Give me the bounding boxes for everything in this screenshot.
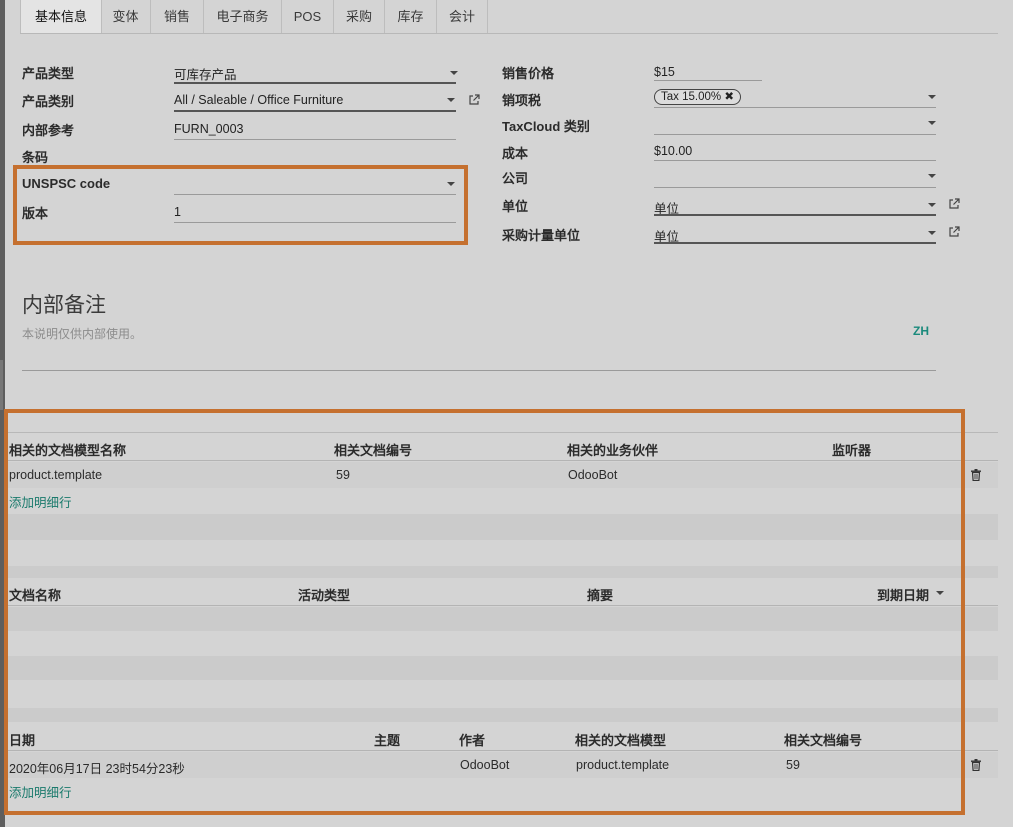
product-category-label: 产品类别 [22, 94, 75, 109]
caret-down-icon[interactable] [928, 174, 936, 178]
tab-divider [20, 33, 998, 34]
internal-ref-value[interactable]: FURN_0003 [174, 122, 243, 136]
company-label: 公司 [502, 171, 529, 186]
internal-ref-field[interactable] [174, 139, 456, 140]
sale-tax-label: 销项税 [502, 93, 542, 108]
sale-tax-field[interactable] [654, 107, 936, 108]
internal-note-title: 内部备注 [22, 294, 106, 317]
internal-ref-label: 内部参考 [22, 123, 75, 138]
internal-note-underline [22, 370, 936, 371]
caret-down-icon[interactable] [928, 231, 936, 235]
version-label: 版本 [22, 206, 49, 221]
external-link-icon[interactable] [948, 198, 960, 210]
sale-price-field[interactable] [654, 80, 762, 81]
language-button[interactable]: ZH [913, 324, 929, 338]
product-category-value[interactable]: All / Saleable / Office Furniture [174, 93, 343, 107]
unspsc-label: UNSPSC code [22, 176, 111, 191]
tab-pos[interactable]: POS [282, 0, 334, 34]
purchase-uom-label: 采购计量单位 [502, 228, 581, 243]
version-field[interactable] [174, 222, 456, 223]
taxcloud-label: TaxCloud 类别 [502, 119, 590, 134]
cost-value[interactable]: $10.00 [654, 144, 692, 158]
remove-tag-icon[interactable]: ✖ [724, 91, 734, 103]
caret-down-icon[interactable] [928, 203, 936, 207]
external-link-icon[interactable] [948, 226, 960, 238]
tab-inventory[interactable]: 库存 [385, 0, 437, 34]
sale-price-label: 销售价格 [502, 66, 555, 81]
caret-down-icon[interactable] [447, 98, 455, 102]
tables-highlight-box [4, 409, 965, 815]
version-value[interactable]: 1 [174, 205, 181, 219]
sale-price-value[interactable]: $15 [654, 65, 675, 79]
taxcloud-field[interactable] [654, 134, 936, 135]
product-type-field[interactable] [174, 82, 456, 84]
tab-general-info[interactable]: 基本信息 [20, 0, 102, 34]
company-field[interactable] [654, 187, 936, 188]
cost-label: 成本 [502, 146, 529, 161]
purchase-uom-field[interactable] [654, 242, 936, 244]
tab-variants[interactable]: 变体 [101, 0, 151, 34]
tab-purchase[interactable]: 采购 [334, 0, 385, 34]
caret-down-icon[interactable] [928, 95, 936, 99]
tab-accounting[interactable]: 会计 [437, 0, 488, 34]
left-edge-mark [0, 360, 3, 410]
external-link-icon[interactable] [468, 94, 480, 106]
product-category-field[interactable] [174, 110, 456, 112]
sale-tax-tag-label: Tax 15.00% [661, 91, 722, 103]
tab-ecommerce[interactable]: 电子商务 [204, 0, 282, 34]
uom-field[interactable] [654, 214, 936, 216]
tab-sales[interactable]: 销售 [151, 0, 204, 34]
caret-down-icon[interactable] [450, 71, 458, 75]
trash-icon[interactable] [971, 759, 981, 771]
barcode-label: 条码 [22, 150, 49, 165]
internal-note-input[interactable]: 本说明仅供内部使用。 [22, 325, 142, 342]
uom-label: 单位 [502, 199, 529, 214]
caret-down-icon[interactable] [928, 121, 936, 125]
unspsc-field[interactable] [174, 194, 456, 195]
product-type-label: 产品类型 [22, 66, 75, 81]
cost-field[interactable] [654, 160, 936, 161]
caret-down-icon[interactable] [447, 182, 455, 186]
product-type-value[interactable]: 可库存产品 [174, 64, 237, 83]
sale-tax-tag[interactable]: Tax 15.00% ✖ [654, 89, 741, 105]
trash-icon[interactable] [971, 469, 981, 481]
